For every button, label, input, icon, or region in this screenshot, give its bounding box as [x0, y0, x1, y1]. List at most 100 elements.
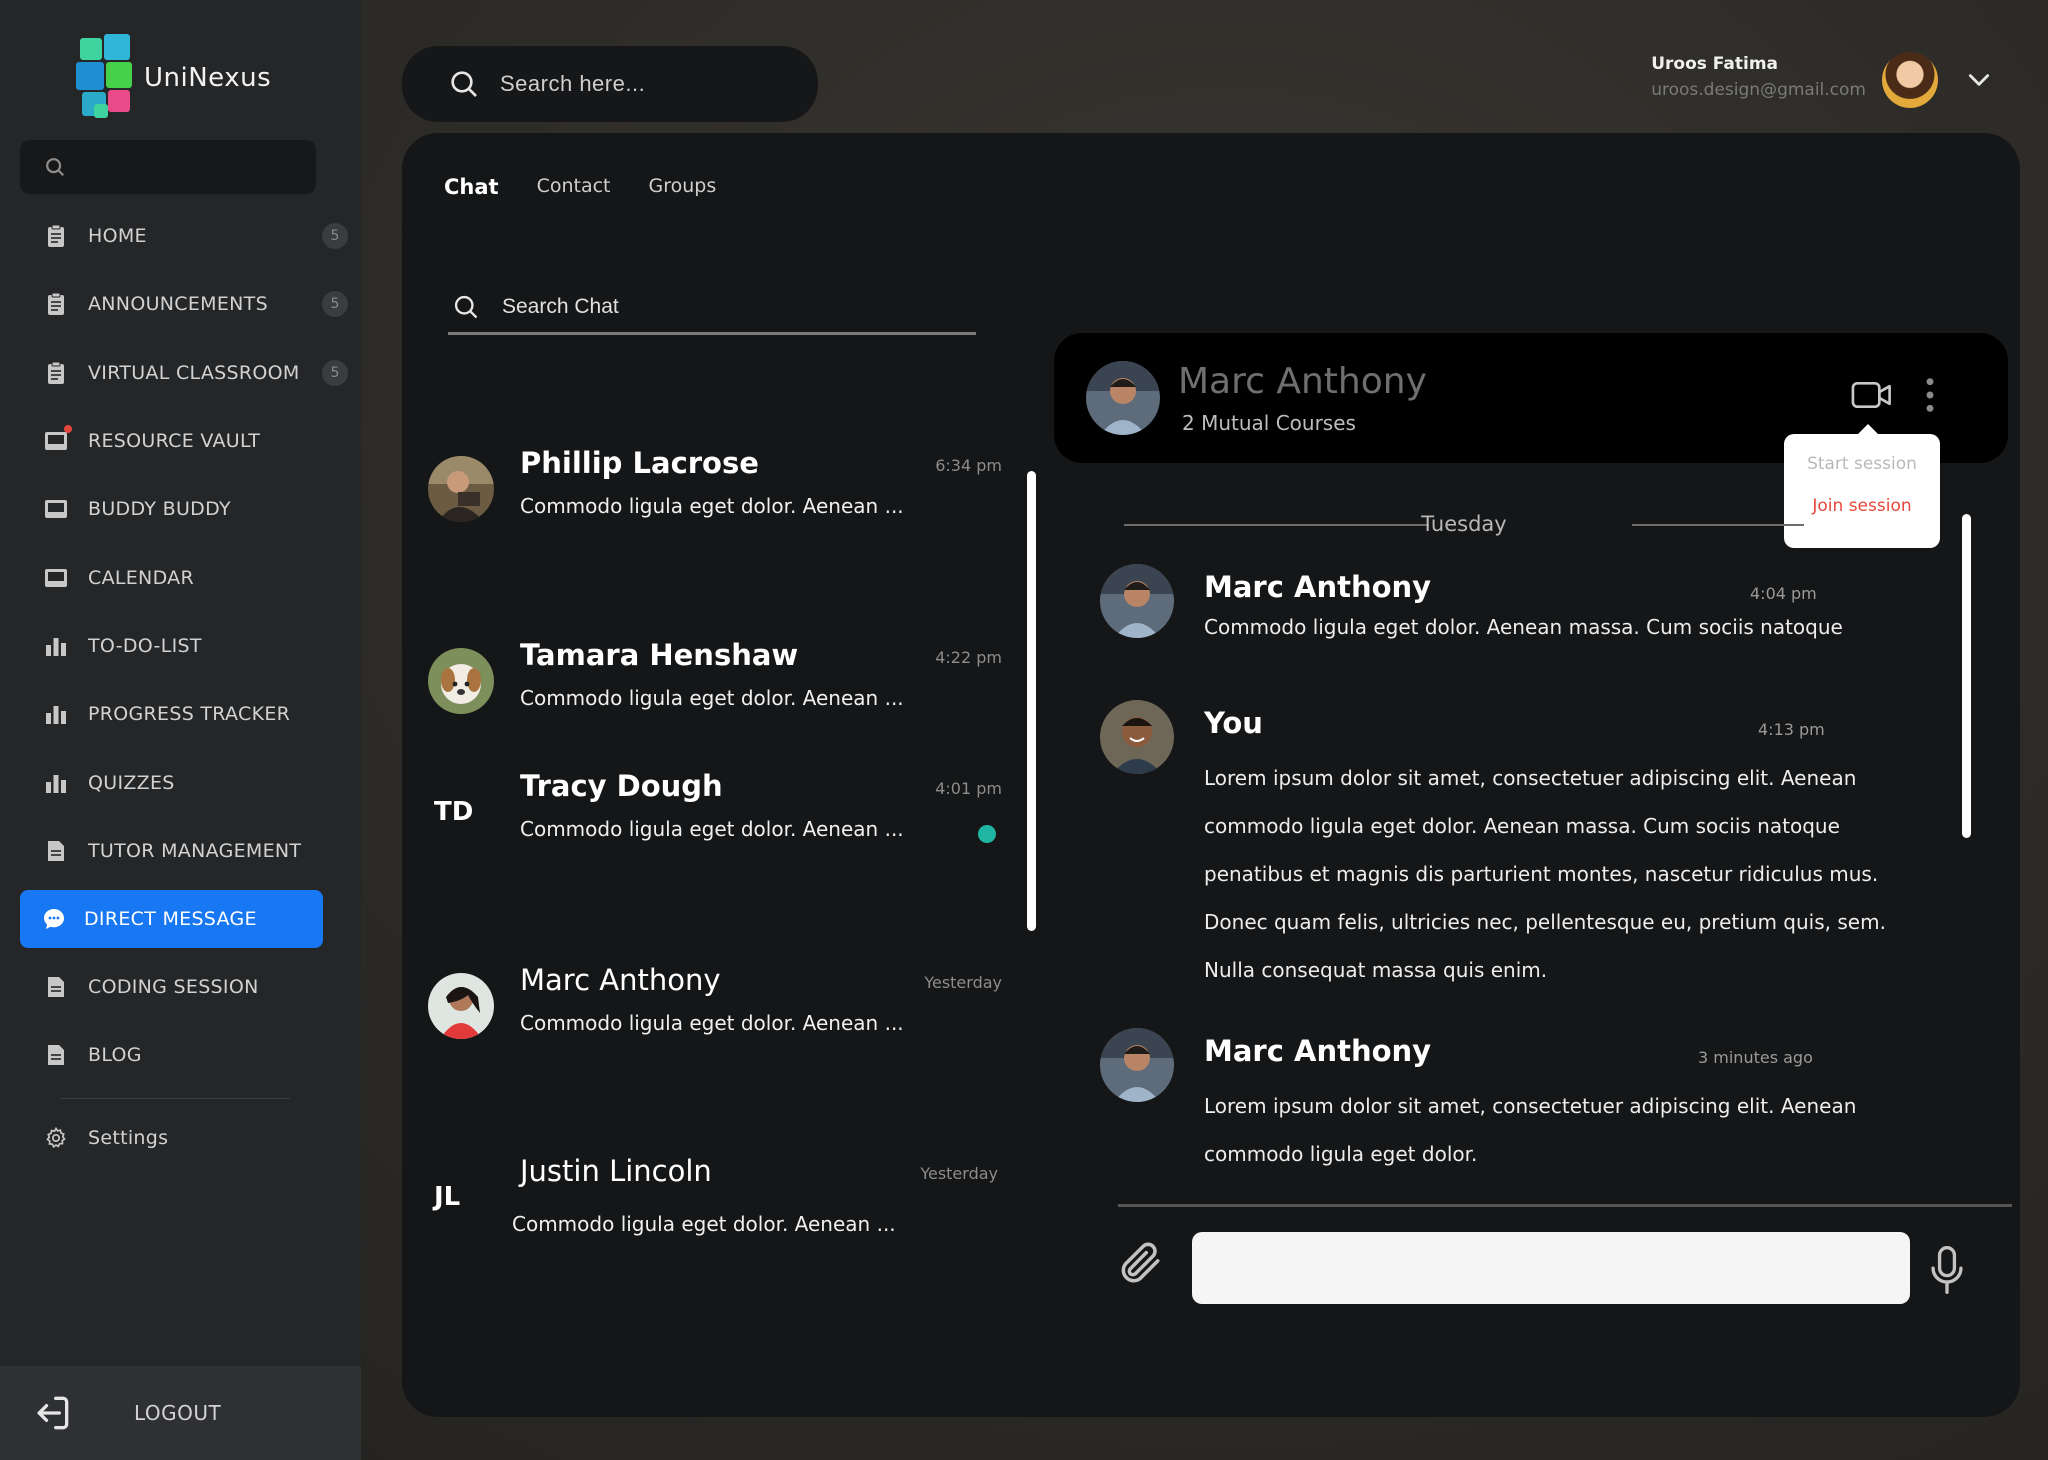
paperclip-icon[interactable] — [1114, 1238, 1164, 1288]
conversation-time: 4:22 pm — [935, 648, 1002, 667]
sidebar-item-label: HOME — [88, 225, 147, 248]
sidebar-item-announcements[interactable]: ANNOUNCEMENTS 5 — [0, 270, 361, 338]
sidebar-item-resource-vault[interactable]: RESOURCE VAULT — [0, 407, 361, 475]
message-text: Commodo ligula eget dolor. Aenean massa.… — [1204, 615, 1843, 639]
file-icon — [44, 1043, 68, 1067]
sidebar-item-coding-session[interactable]: CODING SESSION — [0, 953, 361, 1021]
sidebar-item-label: PROGRESS TRACKER — [88, 703, 291, 726]
tab-chat[interactable]: Chat — [444, 175, 499, 199]
chat-search[interactable] — [448, 281, 976, 335]
conversation-name: Marc Anthony — [520, 963, 721, 997]
sender-name: Marc Anthony — [1204, 1034, 1432, 1068]
file-icon — [44, 975, 68, 999]
conversation-name: Tracy Dough — [520, 769, 723, 803]
user-avatar[interactable] — [1882, 52, 1938, 108]
sidebar-item-label: Settings — [88, 1126, 169, 1149]
message-time: 4:04 pm — [1750, 584, 1817, 603]
conversation-item[interactable]: Phillip Lacrose Commodo ligula eget dolor… — [422, 446, 1002, 546]
conversation-name: Phillip Lacrose — [520, 446, 759, 480]
bar-chart-icon — [44, 634, 68, 658]
app-logo[interactable]: UniNexus — [76, 34, 271, 122]
message-input[interactable] — [1192, 1232, 1910, 1304]
conversation-preview: Commodo ligula eget dolor. Aenean ... — [520, 1011, 904, 1035]
tab-contact[interactable]: Contact — [537, 175, 611, 199]
tab-groups[interactable]: Groups — [649, 175, 717, 199]
user-name: Uroos Fatima — [1651, 54, 1779, 74]
sidebar-item-tutor-management[interactable]: TUTOR MANAGEMENT — [0, 817, 361, 885]
sidebar-item-home[interactable]: HOME 5 — [0, 202, 361, 270]
contact-avatar — [428, 648, 494, 714]
conversation-time: 6:34 pm — [935, 456, 1002, 475]
chat-bubble-icon — [42, 907, 66, 931]
microphone-icon[interactable] — [1928, 1244, 1966, 1296]
chat-tabs: Chat Contact Groups — [444, 175, 716, 199]
user-info[interactable]: Uroos Fatima uroos.design@gmail.com — [1651, 54, 1866, 100]
sidebar-item-virtual-classroom[interactable]: VIRTUAL CLASSROOM 5 — [0, 339, 361, 407]
sidebar-item-calendar[interactable]: CALENDAR — [0, 543, 361, 611]
conversation-list-scrollbar[interactable] — [1027, 471, 1036, 931]
sidebar-divider — [60, 1097, 290, 1099]
sender-avatar[interactable] — [1100, 564, 1174, 638]
bar-chart-icon — [44, 702, 68, 726]
contact-avatar — [428, 456, 494, 522]
compose-divider — [1118, 1204, 2012, 1207]
join-session-option[interactable]: Join session — [1784, 496, 1940, 516]
document-icon — [44, 361, 68, 385]
contact-initials: TD — [434, 797, 474, 827]
sender-avatar[interactable] — [1100, 700, 1174, 774]
logout-icon — [37, 1396, 69, 1430]
sender-name: Marc Anthony — [1204, 570, 1432, 604]
video-call-icon[interactable] — [1850, 377, 1894, 413]
search-icon — [46, 158, 65, 177]
notification-dot — [64, 425, 72, 434]
conversation-time: Yesterday — [924, 973, 1002, 992]
sidebar-item-to-do-list[interactable]: TO-DO-LIST — [0, 612, 361, 680]
global-search-input[interactable] — [500, 71, 800, 97]
sidebar-search[interactable] — [20, 140, 316, 194]
app-name: UniNexus — [144, 63, 272, 93]
sidebar-item-settings[interactable]: Settings — [0, 1107, 361, 1169]
message-time: 3 minutes ago — [1698, 1048, 1813, 1067]
message-text: Lorem ipsum dolor sit amet, consectetuer… — [1204, 766, 1886, 982]
conversation-item[interactable]: JL Justin Lincoln Commodo ligula eget dolo… — [422, 1154, 1002, 1254]
count-badge: 5 — [322, 291, 348, 318]
start-session-option[interactable]: Start session — [1784, 454, 1940, 474]
conversation-item[interactable]: Marc Anthony Commodo ligula eget dolor. A… — [422, 963, 1002, 1063]
sidebar-item-label: CALENDAR — [88, 566, 194, 589]
sender-avatar[interactable] — [1100, 1028, 1174, 1102]
inbox-icon — [44, 425, 72, 453]
sidebar-item-label: CODING SESSION — [88, 976, 259, 999]
sidebar-item-progress-tracker[interactable]: PROGRESS TRACKER — [0, 680, 361, 748]
conversation-item[interactable]: TD Tracy Dough Commodo ligula eget dolor. … — [422, 769, 1002, 869]
count-badge: 5 — [322, 223, 348, 250]
conversation-preview: Commodo ligula eget dolor. Aenean ... — [520, 817, 904, 841]
sidebar-item-label: ANNOUNCEMENTS — [88, 293, 268, 316]
search-icon — [454, 295, 478, 318]
document-icon — [44, 224, 68, 248]
message-thread-scrollbar[interactable] — [1962, 514, 1971, 838]
online-indicator — [978, 825, 996, 843]
contact-subtitle: 2 Mutual Courses — [1182, 411, 1356, 435]
sidebar-item-label: TUTOR MANAGEMENT — [88, 839, 302, 862]
sidebar-item-buddy-buddy[interactable]: BUDDY BUDDY — [0, 475, 361, 543]
sidebar-item-label: RESOURCE VAULT — [88, 430, 261, 453]
sidebar-item-direct-message[interactable]: DIRECT MESSAGE — [20, 889, 323, 948]
inbox-icon — [44, 566, 68, 590]
user-email: uroos.design@gmail.com — [1651, 80, 1866, 100]
logout-label: LOGOUT — [134, 1401, 222, 1425]
sidebar-item-quizzes[interactable]: QUIZZES — [0, 748, 361, 816]
global-search[interactable] — [402, 46, 818, 122]
sidebar-item-blog[interactable]: BLOG — [0, 1021, 361, 1089]
sidebar-item-label: DIRECT MESSAGE — [84, 907, 257, 930]
contact-avatar[interactable] — [1086, 361, 1160, 435]
logout-button[interactable]: LOGOUT — [0, 1366, 361, 1460]
conversation-preview: Commodo ligula eget dolor. Aenean ... — [520, 686, 904, 710]
chevron-down-icon[interactable] — [1966, 70, 1992, 90]
bar-chart-icon — [44, 771, 68, 795]
more-vertical-icon[interactable] — [1924, 375, 1936, 415]
chat-search-input[interactable] — [502, 294, 922, 319]
contact-name: Marc Anthony — [1178, 361, 1427, 402]
conversation-item[interactable]: Tamara Henshaw Commodo ligula eget dolor.… — [422, 638, 1002, 738]
session-menu: Start session Join session — [1784, 424, 1940, 548]
conversation-name: Tamara Henshaw — [520, 638, 799, 672]
